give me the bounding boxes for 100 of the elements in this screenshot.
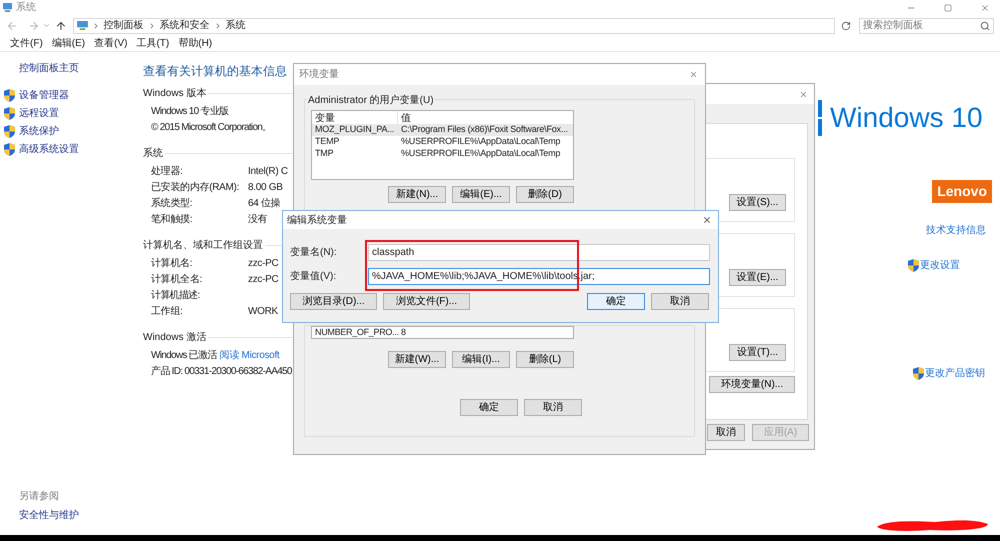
search-field[interactable]: 搜索控制面板 [858,18,994,34]
dialog-button[interactable]: 设置(T)... [729,344,786,361]
info-label: 工作组: [151,305,184,319]
info-value: WORK [248,305,278,319]
section-heading: Windows 激活 [143,331,206,345]
breadcrumb-item[interactable]: 系统和安全 [160,18,210,33]
up-icon[interactable] [54,20,67,32]
search-icon [980,20,990,30]
back-icon[interactable] [6,20,18,32]
section-heading: Windows 版本 [143,86,206,101]
maximize-icon[interactable] [944,4,952,12]
windows-logo: Windows 10 [830,104,983,132]
dialog-button[interactable]: 删除(D) [516,186,574,203]
info-label: © 2015 Microsoft Corporation。 [151,121,272,135]
breadcrumb-item[interactable]: 控制面板 [104,18,144,33]
dialog-button[interactable]: 环境变量(N)... [709,376,795,393]
dialog-button[interactable]: 编辑(E)... [452,186,510,203]
see-also-heading: 另请参阅 [19,490,60,504]
menu-item[interactable]: 文件(F) [10,36,43,51]
shield-icon [4,89,15,102]
info-label: 产品 ID: 00331-20300-66382-AA450 [151,364,292,379]
support-info-link[interactable]: 技术支持信息 [926,223,986,238]
refresh-icon[interactable] [841,20,851,30]
dialog-button[interactable]: 浏览目录(D)... [290,293,377,310]
info-label: 系统类型: [151,196,194,211]
sidebar-item[interactable]: 高级系统设置 [19,142,79,157]
sidebar-item[interactable]: 设备管理器 [19,88,69,103]
page-title: 查看有关计算机的基本信息 [143,63,287,80]
variable-name: NUMBER_OF_PRO... [314,326,398,339]
change-settings-link[interactable]: 更改设置 [920,258,960,273]
dialog-title: 编辑系统变量 [287,214,347,228]
column-header[interactable]: 值 [398,111,411,124]
dialog-button[interactable]: 取消 [707,424,745,441]
address-bar[interactable]: 控制面板 系统和安全 系统 [72,18,836,34]
shield-icon [913,367,924,380]
menu-item[interactable]: 帮助(H) [178,36,212,51]
info-value: 8.00 GB [248,181,283,195]
search-input[interactable]: 搜索控制面板 [862,18,980,33]
variable-name: MOZ_PLUGIN_PA... [314,123,396,136]
close-icon[interactable] [702,215,712,225]
dialog-button[interactable]: 设置(S)... [729,194,786,211]
sidebar-item[interactable]: 系统保护 [19,124,59,139]
shield-icon [4,107,15,120]
variable-value: %USERPROFILE%\AppData\Local\Temp [400,147,560,160]
history-chevron-icon[interactable] [42,21,51,30]
variable-value: C:\Program Files (x86)\Foxit Software\Fox... [400,123,568,136]
dialog-button[interactable]: 设置(E)... [729,269,786,286]
see-also-link[interactable]: 安全性与维护 [19,508,140,523]
info-value: 没有 [248,213,268,227]
info-value: zzc-PC [248,273,278,287]
dialog-button[interactable]: 确定 [587,293,645,310]
activation-link[interactable]: 阅读 Microsoft [220,348,280,363]
info-label: 已安装的内存(RAM): [151,180,240,195]
info-value: Intel(R) C [248,165,288,179]
variable-value: 8 [400,326,406,339]
info-label: 笔和触摸: [151,212,194,227]
sidebar-item[interactable]: 远程设置 [19,106,59,121]
forward-icon[interactable] [28,20,40,32]
dialog-button[interactable]: 取消 [524,399,582,416]
dialog-button[interactable]: 新建(W)... [388,351,446,368]
shield-icon [908,259,919,272]
section-heading: 系统 [143,146,163,161]
variable-name: TMP [314,147,334,160]
dialog-button[interactable]: 浏览文件(F)... [383,293,470,310]
dialog-title: 环境变量 [299,68,339,82]
dialog-button[interactable]: 删除(L) [516,351,574,368]
dialog-button[interactable]: 取消 [651,293,709,310]
windows-logo-icon [818,100,822,136]
text-field[interactable]: classpath [368,244,710,261]
window-title: 系统 [16,0,36,15]
variable-row[interactable]: TMP %USERPROFILE%\AppData\Local\Temp [312,148,573,160]
dialog-button[interactable]: 新建(N)... [388,186,446,203]
menu-item[interactable]: 查看(V) [94,36,128,51]
close-icon[interactable] [980,2,990,12]
change-product-key-link[interactable]: 更改产品密钥 [925,366,985,381]
dialog-button[interactable]: 确定 [460,399,518,416]
shield-icon [4,143,15,156]
variable-row[interactable]: MOZ_PLUGIN_PA... C:\Program Files (x86)\Foxit Software\Fox... [312,124,573,136]
brand-logo: Lenovo [932,180,992,203]
field-label: 变量名(N): [289,246,338,260]
info-label: Windows 10 专业版 [151,104,228,119]
info-label: Windows 已激活 [151,349,217,363]
variable-row[interactable]: TEMP %USERPROFILE%\AppData\Local\Temp [312,136,573,148]
computer-icon [2,3,13,12]
menu-item[interactable]: 编辑(E) [52,36,86,51]
breadcrumb-item[interactable]: 系统 [226,18,246,33]
menu-item[interactable]: 工具(T) [136,36,170,51]
info-label: 计算机名: [151,256,194,271]
info-label: 处理器: [151,164,184,179]
sidebar-home-link[interactable]: 控制面板主页 [19,61,140,76]
variable-name: TEMP [314,135,340,148]
section-heading: 计算机名、域和工作组设置 [143,238,263,253]
group-label: Administrator 的用户变量(U) [307,93,435,108]
info-value: 64 位操 [248,197,280,211]
info-label: 计算机全名: [151,272,203,287]
dialog-button[interactable]: 编辑(I)... [452,351,510,368]
info-label: 计算机描述: [151,288,200,303]
field-label: 变量值(V): [289,270,338,284]
variable-value: %USERPROFILE%\AppData\Local\Temp [400,135,560,148]
info-value: zzc-PC [248,257,278,271]
